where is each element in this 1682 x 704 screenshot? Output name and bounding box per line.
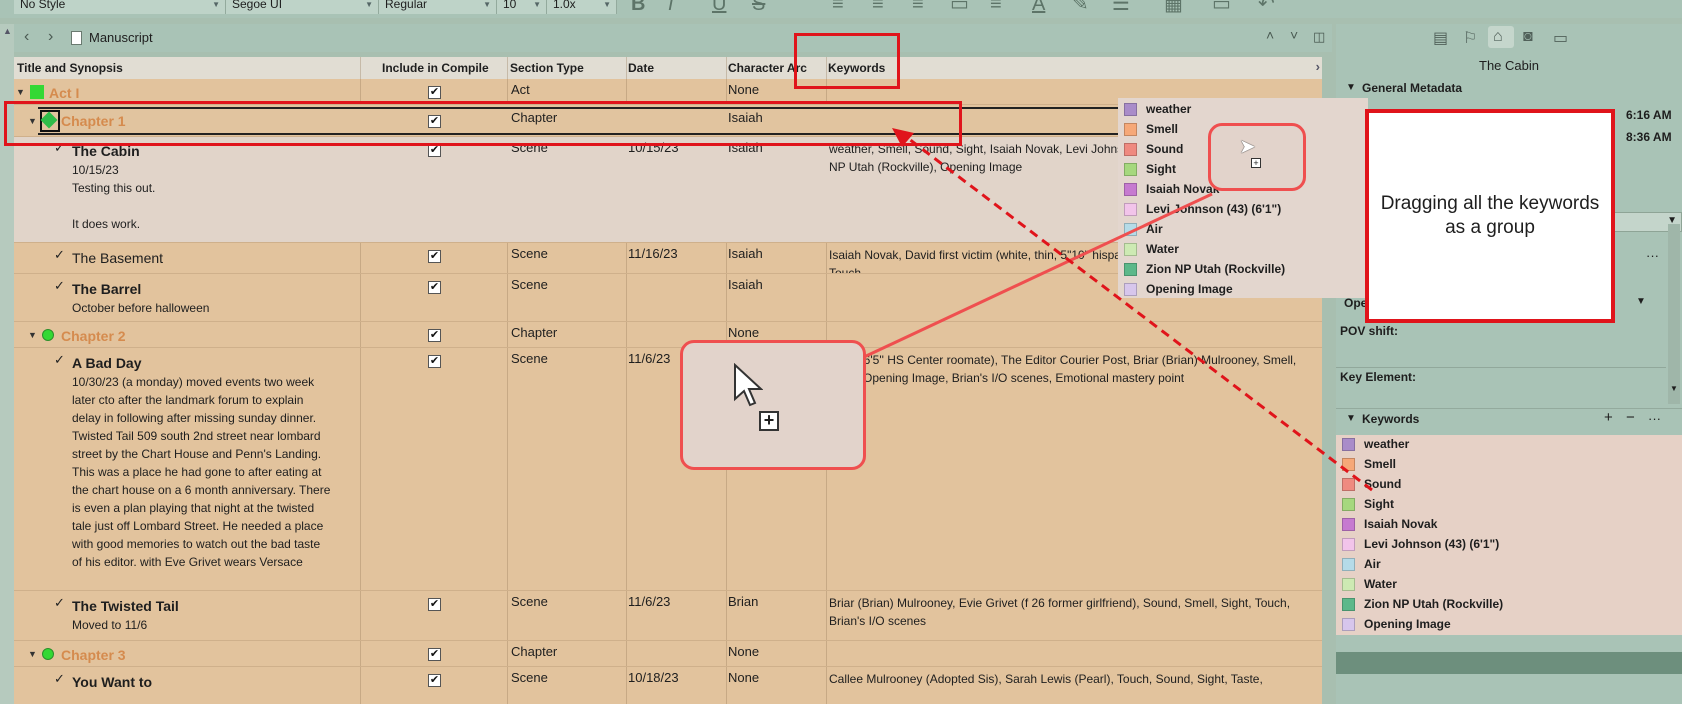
cursor-zoom-small: ➤ + bbox=[1208, 123, 1306, 191]
annotation-note: Dragging all the keywords as a group bbox=[1365, 109, 1615, 323]
cursor-zoom-large: + bbox=[680, 340, 866, 470]
cursor-arrow-icon: ➤ bbox=[1239, 136, 1256, 158]
cursor-arrow-icon bbox=[733, 362, 764, 407]
add-plus-icon: + bbox=[1251, 158, 1261, 168]
zoom-connector-line bbox=[863, 192, 1213, 359]
arrow-head-icon bbox=[892, 128, 914, 147]
drag-path-arrow bbox=[904, 134, 1373, 492]
add-plus-icon: + bbox=[759, 411, 779, 431]
